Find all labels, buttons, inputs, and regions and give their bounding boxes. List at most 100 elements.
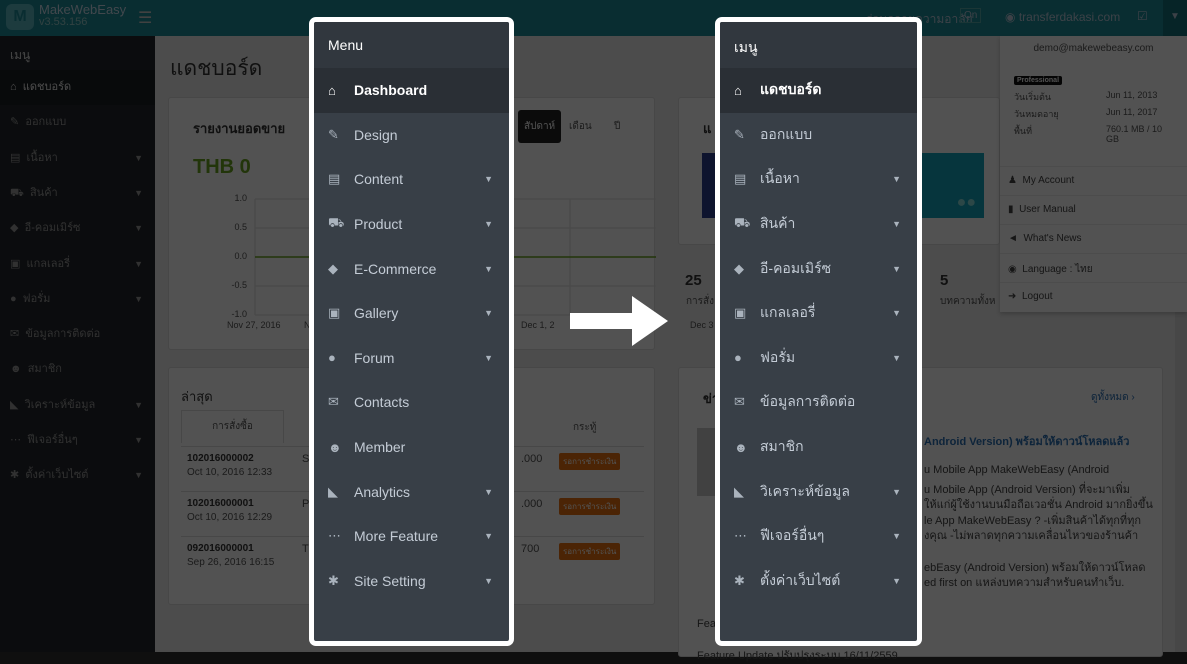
account-menu-item[interactable]: ◉ Language : ไทย [1000,253,1187,282]
caret-down-icon: ▼ [892,486,901,497]
news-headline[interactable]: Android Version) พร้อมให้ดาวน์โหลดแล้ว [924,432,1129,450]
menu-item-label: แกลเลอรี่ [760,304,816,321]
menu-item-label: ข้อมูลการติดต่อ [760,393,856,410]
stat-orders-label: การสั่ง [686,296,715,307]
tab-orders[interactable]: การสั่งซื้อ [181,410,284,443]
news-excerpt-line: ed first on แหล่งบทความสำหรับคนทำเว็บ. [924,577,1125,590]
checkbox-icon[interactable]: ☑ [1137,9,1148,23]
account-menu-item[interactable]: ◄ What's News [1000,224,1187,253]
bullhorn-icon: ◄ [1008,233,1018,244]
tab-month[interactable]: เดือน [569,119,592,134]
globe-icon: ◉ [1005,10,1019,24]
logo[interactable]: M [6,4,34,30]
sidebar-item[interactable]: ▣ แกลเลอรี่ ▼ [0,247,155,282]
menu-item[interactable]: ✎ ออกแบบ [720,113,917,158]
tab-year[interactable]: ปี [614,119,620,134]
account-caret-button[interactable]: ▼ [1163,0,1187,36]
sidebar-item[interactable]: ▤ เนื้อหา ▼ [0,141,155,176]
cart-icon: ⛟ [734,215,751,231]
menu-label: Logout [1021,291,1053,302]
account-menu-item[interactable]: ♟ My Account [1000,166,1187,195]
menu-item-label: Member [354,439,406,456]
caret-down-icon: ▼ [134,152,143,163]
menu-item[interactable]: ✎ Design [314,113,509,158]
menu-item[interactable]: ✱ Site Setting ▼ [314,559,509,604]
news-item[interactable]: Fea [697,618,716,630]
sidebar-item[interactable]: ⛟ สินค้า ▼ [0,176,155,211]
comments-icon: ● [734,350,742,366]
tab-week[interactable]: สัปดาห์ [518,110,562,143]
menu-item[interactable]: ⋯ ฟีเจอร์อื่นๆ ▼ [720,514,917,559]
mourning-toggle[interactable]: On [960,8,982,23]
users-icon: ☻ [10,363,22,376]
order-date: Sep 26, 2016 16:15 [187,557,275,568]
order-date: Oct 10, 2016 12:33 [187,467,273,478]
account-dropdown: demo@makewebeasy.com Professional วันเริ… [1000,36,1187,312]
news-item[interactable]: Feature Update ปรับปรุงระบบ 16/11/2559 [697,646,898,664]
sidebar-item[interactable]: ⋯ ฟีเจอร์อื่นๆ ▼ [0,423,155,458]
menu-item-label: More Feature [354,528,439,545]
menu-item[interactable]: ✉ Contacts [314,380,509,425]
menu-item[interactable]: ▣ แกลเลอรี่ ▼ [720,291,917,336]
menu-item[interactable]: ▤ เนื้อหา ▼ [720,157,917,202]
menu-item[interactable]: ◆ อี-คอมเมิร์ซ ▼ [720,246,917,291]
sidebar-item[interactable]: ⌂ แดชบอร์ด [0,70,155,105]
menu-item[interactable]: ☻ สมาชิก [720,425,917,470]
menu-label: Language : ไทย [1022,264,1093,275]
menu-item[interactable]: ▣ Gallery ▼ [314,291,509,336]
menu-item[interactable]: ◣ วิเคราะห์ข้อมูล ▼ [720,469,917,514]
area-chart-icon: ◣ [328,483,338,499]
account-menu-item[interactable]: ▮ User Manual [1000,195,1187,224]
sales-title: รายงานยอดขาย [193,121,286,136]
menu-item[interactable]: ● Forum ▼ [314,336,509,381]
stat-orders-value: 25 [685,272,702,289]
sidebar-item-label: ฟอรั่ม [22,292,51,305]
caret-down-icon: ▼ [134,470,143,481]
arrow-right-icon [570,296,668,346]
sidebar-item[interactable]: ● ฟอรั่ม ▼ [0,282,155,317]
sidebar-item[interactable]: ☻ สมาชิก [0,352,155,387]
sidebar-item-label: ตั้งค่าเว็บไซต์ [25,469,89,482]
sidebar-item-label: ข้อมูลการติดต่อ [25,328,101,341]
menu-item[interactable]: ✉ ข้อมูลการติดต่อ [720,380,917,425]
caret-down-icon: ▼ [484,575,493,586]
menu-item[interactable]: ⌂ Dashboard [314,68,509,113]
menu-item[interactable]: ◣ Analytics ▼ [314,469,509,514]
order-id: 102016000001 [187,498,254,509]
sidebar-item[interactable]: ◆ อี-คอมเมิร์ซ ▼ [0,211,155,246]
tag-icon: ◆ [734,260,744,276]
brush-icon: ✎ [10,116,20,129]
book-icon: ▮ [1008,204,1014,215]
hamburger-menu-icon[interactable]: ☰ [138,8,152,28]
tag-icon: ◆ [10,222,19,235]
order-id: 092016000001 [187,543,254,554]
status-badge: รอการชำระเงิน [559,543,621,560]
menu-item[interactable]: ◆ E-Commerce ▼ [314,246,509,291]
menu-item[interactable]: ▤ Content ▼ [314,157,509,202]
status-badge: รอการชำระเงิน [559,453,621,470]
account-menu-item[interactable]: ➜ Logout [1000,282,1187,311]
menu-item[interactable]: ⋯ More Feature ▼ [314,514,509,559]
domain-link[interactable]: ◉ transferdakasi.com [1005,10,1120,24]
sidebar-item[interactable]: ◣ วิเคราะห์ข้อมูล ▼ [0,388,155,423]
menu-item[interactable]: ⛟ สินค้า ▼ [720,202,917,247]
sidebar-item-label: แกลเลอรี่ [26,257,71,270]
gear-icon: ✱ [328,572,339,588]
gear-icon: ✱ [10,469,20,482]
column-header: กระทู้ [573,422,597,433]
menu-item[interactable]: ✱ ตั้งค่าเว็บไซต์ ▼ [720,559,917,604]
file-icon: ▤ [328,171,341,187]
account-email: demo@makewebeasy.com [1033,43,1154,54]
menu-item-label: E-Commerce [354,260,437,277]
sidebar-item-label: เนื้อหา [26,151,58,164]
sidebar-item[interactable]: ✎ ออกแบบ [0,105,155,140]
menu-item[interactable]: ☻ Member [314,425,509,470]
menu-item[interactable]: ⛟ Product ▼ [314,202,509,247]
menu-item[interactable]: ⌂ แดชบอร์ด [720,68,917,113]
sidebar-item[interactable]: ✱ ตั้งค่าเว็บไซต์ ▼ [0,458,155,493]
brush-icon: ✎ [734,126,745,142]
menu-label: User Manual [1019,204,1076,215]
view-all-link[interactable]: ดูทั้งหมด › [1091,390,1135,405]
sidebar-item[interactable]: ✉ ข้อมูลการติดต่อ [0,317,155,352]
menu-item[interactable]: ● ฟอรั่ม ▼ [720,336,917,381]
